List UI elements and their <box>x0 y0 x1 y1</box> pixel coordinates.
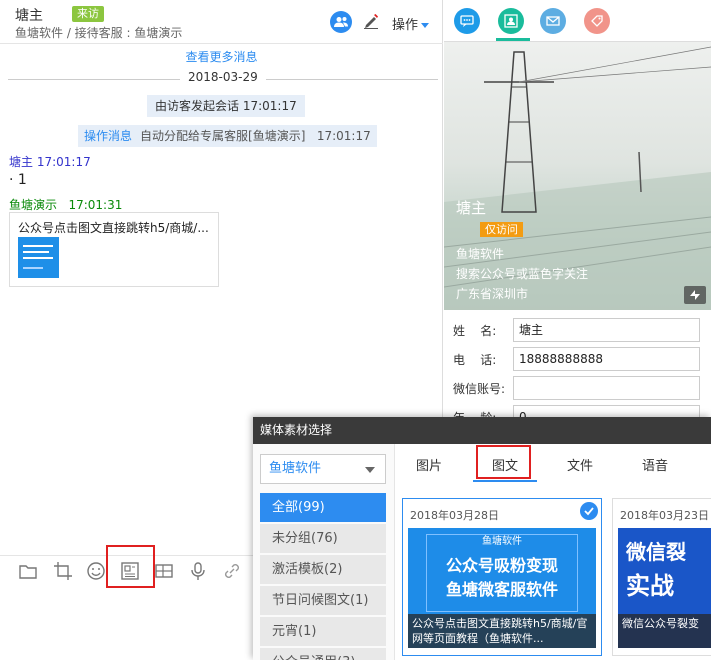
group-item[interactable]: 元宵(1) <box>260 617 386 646</box>
wechat-field[interactable] <box>513 376 700 400</box>
operations-dropdown[interactable]: 操作 <box>392 14 430 33</box>
link-icon[interactable] <box>222 561 242 581</box>
field-name-row: 姓 名: 塘主 <box>444 316 711 344</box>
contact-card-icon[interactable] <box>498 8 524 34</box>
article-message-card[interactable]: 公众号点击图文直接跳转h5/商城/... <box>9 212 219 287</box>
message-sender: 塘主 17:01:17 <box>9 155 91 169</box>
article-cover-line: 实战 <box>626 572 674 600</box>
switch-icon[interactable] <box>684 286 706 304</box>
group-select[interactable]: 鱼塘软件 <box>260 454 386 484</box>
operation-message-label: 操作消息 <box>84 129 133 143</box>
group-icon[interactable] <box>330 11 352 33</box>
article-cover-image: 鱼塘软件 公众号吸粉变现 鱼塘微客服软件 公众号点击图文直接跳转h5/商城/官网… <box>408 528 596 648</box>
media-picker-modal: 媒体素材选择 鱼塘软件 全部(99) 未分组(76) 激活模板(2) 节日问候图… <box>253 417 711 660</box>
profile-badge: 仅访问 <box>480 222 523 237</box>
chat-icon[interactable] <box>454 8 480 34</box>
group-select-value: 鱼塘软件 <box>269 461 322 476</box>
article-cover-brand: 鱼塘软件 <box>482 536 522 547</box>
chevron-down-icon <box>421 23 430 28</box>
article-icon-highlight <box>106 545 155 588</box>
phone-field[interactable]: 18888888888 <box>513 347 700 371</box>
operation-message: 操作消息 自动分配给专属客服[鱼塘演示] 17:01:17 <box>78 125 377 147</box>
active-tab-underline <box>473 480 537 482</box>
group-item[interactable]: 未分组(76) <box>260 524 386 553</box>
article-cover-line: 鱼塘微客服软件 <box>445 580 558 599</box>
field-label: 电 话: <box>453 353 497 367</box>
more-messages-link[interactable]: 查看更多消息 <box>0 48 443 65</box>
date-label: 2018-03-29 <box>180 70 266 84</box>
check-icon <box>580 502 598 520</box>
profile-cover: 塘主 仅访问 鱼塘软件 搜索公众号或蓝色字关注 广东省深圳市 <box>444 42 711 310</box>
mail-icon[interactable] <box>540 8 566 34</box>
article-cover-image: 微信裂 实战 微信公众号裂变 <box>618 528 711 648</box>
name-field[interactable]: 塘主 <box>513 318 700 342</box>
article-card[interactable]: 2018年03月28日 鱼塘软件 公众号吸粉变现 鱼塘微客服软件 公众号点击图文… <box>402 498 602 656</box>
article-card[interactable]: 2018年03月23日 微信裂 实战 微信公众号裂变 <box>612 498 711 656</box>
folder-icon[interactable] <box>18 561 38 581</box>
visit-badge: 来访 <box>72 6 104 22</box>
layout-icon[interactable] <box>154 561 174 581</box>
active-tab-highlight <box>476 445 531 479</box>
emoji-icon[interactable] <box>86 561 106 581</box>
article-card-title: 公众号点击图文直接跳转h5/商城/... <box>18 221 209 235</box>
field-phone-row: 电 话: 18888888888 <box>444 345 711 373</box>
system-message: 由访客发起会话 17:01:17 <box>147 95 305 117</box>
tag-icon[interactable] <box>584 8 610 34</box>
profile-tabs <box>444 0 711 42</box>
group-item[interactable]: 激活模板(2) <box>260 555 386 584</box>
profile-company: 鱼塘软件 <box>456 247 505 261</box>
media-type-tabs: 图片 图文 文件 语音 <box>396 444 711 484</box>
profile-location: 广东省深圳市 <box>456 287 529 301</box>
article-date: 2018年03月23日 <box>620 509 709 522</box>
operation-message-text: 自动分配给专属客服[鱼塘演示] 17:01:17 <box>140 129 371 143</box>
group-item[interactable]: 全部(99) <box>260 493 386 522</box>
visitor-name: 塘主 <box>15 8 43 24</box>
message-text: · 1 <box>9 172 27 188</box>
article-caption: 公众号点击图文直接跳转h5/商城/官网等页面教程（鱼塘软件... <box>408 614 596 648</box>
chevron-down-icon <box>365 467 375 473</box>
profile-name: 塘主 <box>456 199 487 217</box>
field-label: 姓 名: <box>453 324 497 338</box>
pen-icon[interactable] <box>363 13 379 29</box>
article-date: 2018年03月28日 <box>410 509 499 522</box>
modal-title: 媒体素材选择 <box>253 417 711 444</box>
active-tab-underline <box>496 38 530 41</box>
article-cover-line: 微信裂 <box>626 540 686 564</box>
field-wechat-row: 微信账号: <box>444 374 711 402</box>
operations-label: 操作 <box>392 18 419 33</box>
field-label: 微信账号: <box>453 382 506 396</box>
group-item[interactable]: 公众号通用(3) <box>260 648 386 660</box>
visitor-subtitle: 鱼塘软件 / 接待客服 : 鱼塘演示 <box>15 26 183 40</box>
profile-source: 搜索公众号或蓝色字关注 <box>456 267 589 281</box>
group-sidebar: 鱼塘软件 全部(99) 未分组(76) 激活模板(2) 节日问候图文(1) 元宵… <box>253 444 395 660</box>
tab-files[interactable]: 文件 <box>567 455 593 474</box>
message-sender: 鱼塘演示 17:01:31 <box>9 198 123 212</box>
group-item[interactable]: 节日问候图文(1) <box>260 586 386 615</box>
chat-header: 塘主 来访 鱼塘软件 / 接待客服 : 鱼塘演示 操作 <box>0 0 443 44</box>
article-cover-line: 公众号吸粉变现 <box>445 556 558 575</box>
tab-audio[interactable]: 语音 <box>642 455 668 474</box>
article-caption: 微信公众号裂变 <box>618 614 711 648</box>
microphone-icon[interactable] <box>188 561 208 581</box>
crop-icon[interactable] <box>53 561 73 581</box>
article-thumbnail <box>18 237 59 278</box>
tab-images[interactable]: 图片 <box>416 455 442 474</box>
